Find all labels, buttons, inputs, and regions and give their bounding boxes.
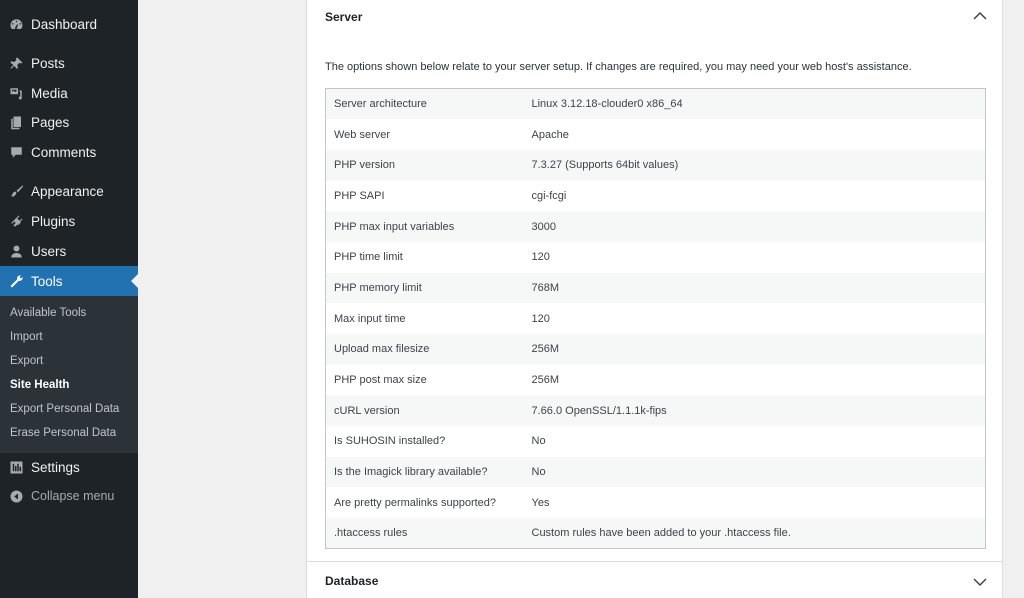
menu-item-settings[interactable]: Settings: [0, 452, 138, 482]
menu-label: Comments: [31, 144, 97, 160]
row-value: 256M: [531, 343, 560, 356]
admin-sidebar: Dashboard Posts Media Pages Comments App…: [0, 0, 138, 598]
table-row: cURL version 7.66.0 OpenSSL/1.1.1k-fips: [325, 395, 986, 427]
table-row: Is SUHOSIN installed? No: [325, 426, 986, 457]
menu-label: Media: [31, 85, 68, 101]
collapse-label: Collapse menu: [31, 489, 115, 503]
page-background: [1004, 0, 1024, 598]
row-value: 256M: [531, 374, 560, 387]
table-row: Web server Apache: [325, 119, 986, 150]
paintbrush-icon: [8, 183, 24, 199]
submenu-item-export-personal-data[interactable]: Export Personal Data: [10, 403, 119, 415]
submenu-item-import[interactable]: Import: [10, 331, 43, 343]
row-label: PHP time limit: [334, 251, 403, 264]
menu-label: Appearance: [31, 183, 104, 199]
pushpin-icon: [8, 55, 24, 71]
row-value: Apache: [531, 128, 569, 141]
menu-label: Tools: [31, 273, 63, 289]
row-label: PHP post max size: [334, 374, 427, 387]
table-row: Upload max filesize 256M: [325, 334, 986, 365]
menu-label: Pages: [31, 114, 70, 130]
table-row: Is the Imagick library available? No: [325, 456, 986, 488]
wrench-icon: [8, 273, 24, 289]
submenu-item-available-tools[interactable]: Available Tools: [10, 307, 86, 319]
row-value: 768M: [531, 281, 560, 294]
menu-label: Users: [31, 243, 67, 259]
row-value: No: [531, 466, 546, 479]
submenu-item-site-health[interactable]: Site Health: [10, 379, 69, 391]
server-section-title: Server: [325, 10, 363, 24]
table-row: PHP max input variables 3000: [325, 211, 986, 242]
table-row: PHP SAPI cgi-fcgi: [325, 180, 986, 212]
row-label: PHP SAPI: [334, 189, 385, 202]
tools-submenu: Available Tools Import Export Site Healt…: [0, 296, 138, 453]
menu-item-pages[interactable]: Pages: [0, 107, 138, 137]
row-value: Custom rules have been added to your .ht…: [531, 527, 791, 540]
row-value: 120: [531, 312, 550, 325]
row-label: Is SUHOSIN installed?: [334, 435, 446, 448]
user-icon: [8, 243, 24, 259]
dashboard-icon: [8, 16, 24, 32]
row-label: Upload max filesize: [334, 343, 430, 356]
server-section-description: The options shown below relate to your s…: [325, 61, 912, 73]
table-row: PHP time limit 120: [325, 241, 986, 273]
row-value: Yes: [531, 496, 550, 509]
menu-label: Plugins: [31, 213, 76, 229]
row-label: PHP version: [334, 159, 395, 172]
table-row: PHP post max size 256M: [325, 364, 986, 396]
server-accordion-header[interactable]: Server: [307, 0, 1002, 36]
row-value: 7.3.27 (Supports 64bit values): [531, 159, 679, 172]
row-value: 3000: [531, 220, 556, 233]
table-row: PHP memory limit 768M: [325, 272, 986, 304]
row-value: 7.66.0 OpenSSL/1.1.1k-fips: [531, 404, 667, 417]
settings-icon: [8, 459, 24, 475]
chevron-down-icon[interactable]: [972, 574, 988, 590]
database-section-title: Database: [325, 574, 379, 588]
chevron-up-icon[interactable]: [972, 8, 988, 24]
media-icon: [8, 85, 24, 101]
row-label: Server architecture: [334, 98, 427, 111]
row-value: cgi-fcgi: [531, 189, 567, 202]
menu-item-posts[interactable]: Posts: [0, 48, 138, 78]
menu-item-comments[interactable]: Comments: [0, 137, 138, 167]
row-label: Are pretty permalinks supported?: [334, 496, 497, 509]
collapse-icon: [8, 488, 24, 504]
menu-item-dashboard[interactable]: Dashboard: [0, 9, 138, 39]
row-label: Web server: [334, 128, 391, 141]
database-accordion-header[interactable]: Database: [307, 562, 1002, 598]
menu-item-media[interactable]: Media: [0, 78, 138, 108]
collapse-menu-button[interactable]: Collapse menu: [0, 481, 138, 511]
row-label: Is the Imagick library available?: [334, 466, 488, 479]
menu-item-users[interactable]: Users: [0, 236, 138, 266]
row-label: PHP memory limit: [334, 281, 422, 294]
table-row: PHP version 7.3.27 (Supports 64bit values…: [325, 149, 986, 181]
row-label: .htaccess rules: [334, 527, 408, 540]
menu-label: Dashboard: [31, 16, 98, 32]
site-health-info-panel: Server The options shown below relate to…: [306, 0, 1003, 598]
row-label: Max input time: [334, 312, 406, 325]
comment-icon: [8, 144, 24, 160]
row-label: cURL version: [334, 404, 400, 417]
server-info-table: Server architecture Linux 3.12.18-clouder…: [325, 88, 986, 550]
table-row: Are pretty permalinks supported? Yes: [325, 487, 986, 519]
table-row: Max input time 120: [325, 303, 986, 334]
row-label: PHP max input variables: [334, 220, 455, 233]
menu-label: Settings: [31, 459, 80, 475]
menu-item-plugins[interactable]: Plugins: [0, 206, 138, 236]
row-value: Linux 3.12.18-clouder0 x86_64: [531, 98, 683, 111]
menu-item-appearance[interactable]: Appearance: [0, 176, 138, 206]
submenu-item-export[interactable]: Export: [10, 355, 43, 367]
menu-label: Posts: [31, 55, 65, 71]
submenu-item-erase-personal-data[interactable]: Erase Personal Data: [10, 427, 116, 439]
row-value: No: [531, 435, 546, 448]
table-row: Server architecture Linux 3.12.18-clouder…: [325, 88, 986, 120]
row-value: 120: [531, 251, 550, 264]
plugin-icon: [8, 213, 24, 229]
menu-item-tools[interactable]: Tools: [0, 266, 138, 296]
table-row: .htaccess rules Custom rules have been ad…: [325, 518, 986, 549]
pages-icon: [8, 114, 24, 130]
